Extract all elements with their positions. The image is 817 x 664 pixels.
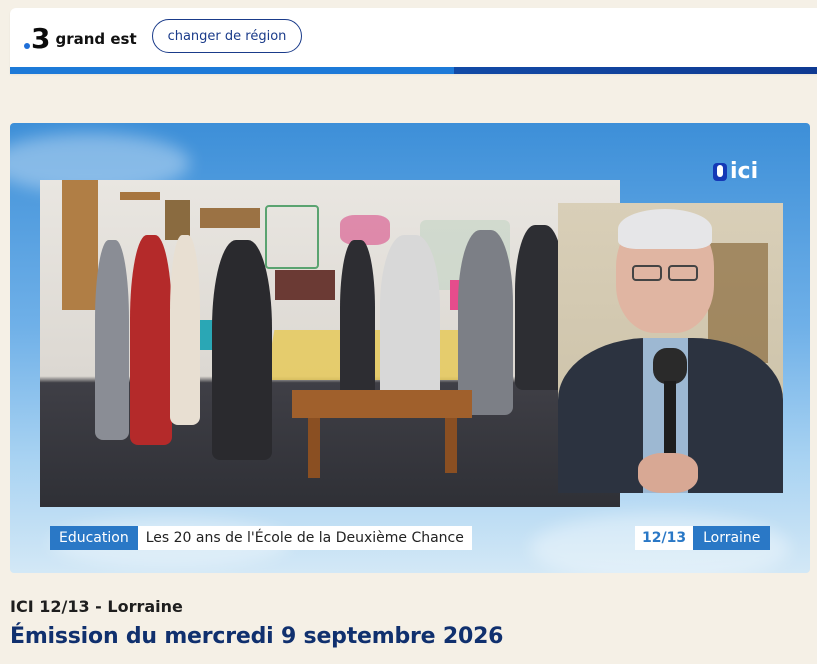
microphone-handle: [664, 381, 676, 461]
floor-map: [265, 330, 485, 380]
logo-region-text: grand est: [55, 30, 137, 48]
caption-title: Les 20 ans de l'École de la Deuxième Cha…: [137, 526, 472, 550]
person: [380, 235, 440, 415]
sofa: [275, 270, 335, 300]
wall-mural: [265, 205, 319, 269]
caption-show: 12/13: [635, 526, 694, 550]
wooden-table: [292, 390, 472, 418]
lower-third-right: 12/13 Lorraine: [635, 526, 771, 550]
reporter-inset: [558, 203, 783, 493]
episode-title: Émission du mercredi 9 septembre 2026: [10, 624, 504, 649]
ici-mark-icon: [713, 162, 727, 181]
person: [212, 240, 272, 460]
reporter-hand: [638, 453, 698, 493]
table-leg: [308, 418, 320, 478]
change-region-button[interactable]: changer de région: [152, 19, 302, 53]
shelf: [120, 192, 160, 200]
caption-region: Lorraine: [693, 526, 771, 550]
video-frame-classroom: [40, 180, 620, 507]
header-accent-bar: [10, 67, 817, 74]
table-leg: [445, 418, 457, 473]
france3-logo[interactable]: 3 grand est: [24, 22, 137, 56]
ici-logo: ici: [713, 159, 758, 184]
microphone-icon: [653, 348, 687, 384]
shelf: [200, 208, 260, 228]
person: [130, 235, 172, 445]
glasses: [668, 265, 698, 281]
person: [458, 230, 513, 415]
person: [170, 235, 200, 425]
caption-tag: Education: [50, 526, 138, 550]
person: [95, 240, 129, 440]
site-header: 3 grand est changer de région: [10, 8, 817, 74]
ici-logo-text: ici: [730, 159, 759, 184]
video-player[interactable]: ici Education Les 20 ans de l'École de l…: [10, 123, 810, 573]
program-show-name[interactable]: ICI 12/13 - Lorraine: [10, 597, 183, 616]
person: [340, 240, 375, 410]
bookshelf: [62, 180, 98, 310]
lower-third-left: Education Les 20 ans de l'École de la De…: [50, 526, 472, 550]
logo-number: 3: [31, 22, 51, 55]
shelf: [165, 200, 190, 240]
glasses: [632, 265, 662, 281]
logo-dot-icon: [24, 43, 30, 49]
reporter-hair: [618, 209, 712, 249]
wall-mural: [340, 215, 390, 245]
